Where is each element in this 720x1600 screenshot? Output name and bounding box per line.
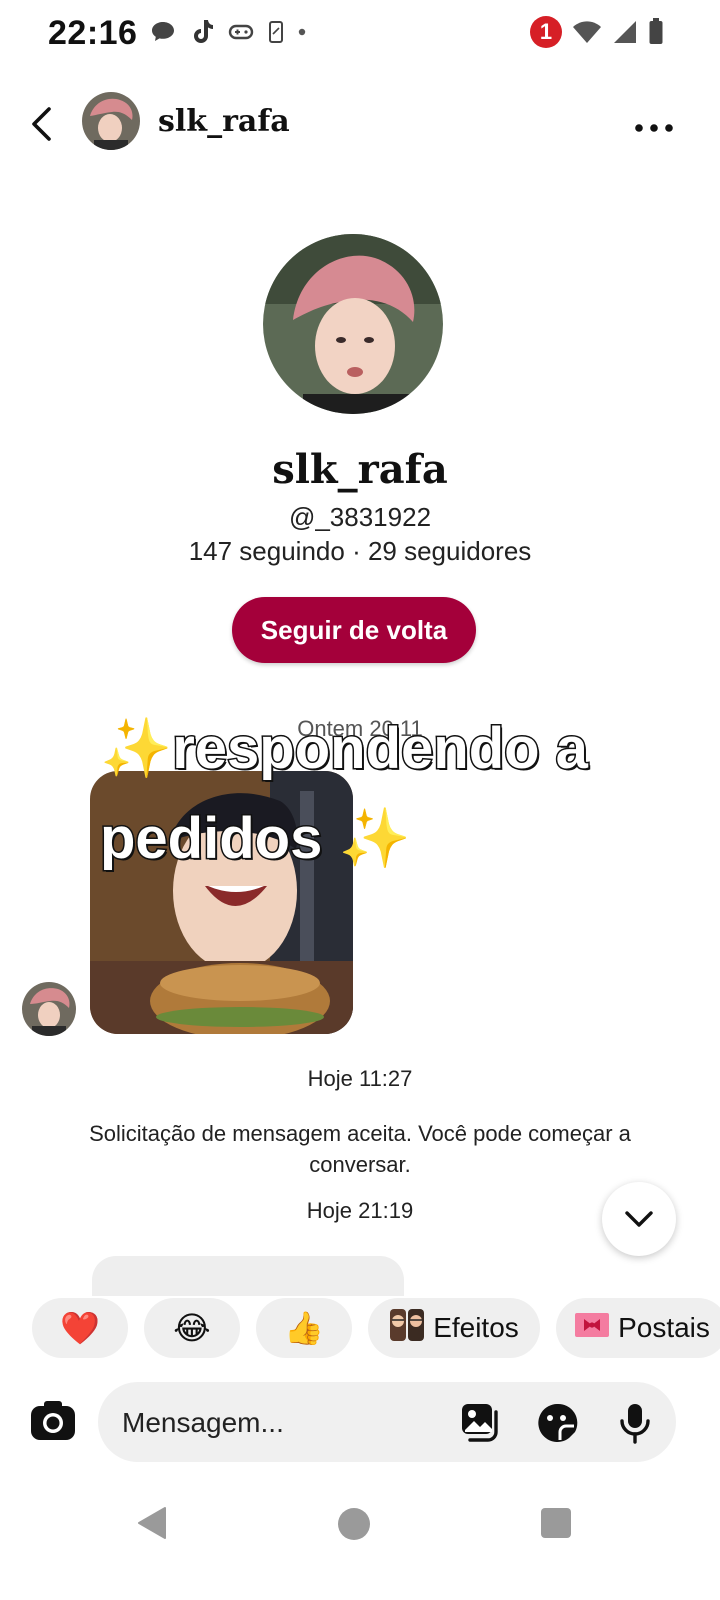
nav-recents-button[interactable] [541,1508,571,1538]
chat-bubble-icon [152,22,174,41]
system-message: Solicitação de mensagem aceita. Você pod… [89,1121,631,1177]
effects-label: Efeitos [433,1312,519,1343]
sticker-icon [538,1403,578,1442]
status-app-icons [150,18,306,46]
voice-message-button[interactable] [614,1402,656,1444]
phone-icon [269,21,283,43]
nav-home-button[interactable] [338,1508,370,1540]
microphone-icon [620,1404,650,1444]
gallery-button[interactable] [460,1402,502,1444]
reaction-laugh[interactable]: 😂 [144,1298,240,1358]
postcard-icon [574,1311,610,1346]
chevron-down-icon [625,1211,653,1227]
effects-faces-icon [389,1307,425,1350]
nav-back-button[interactable] [136,1506,168,1545]
profile-avatar[interactable] [263,234,443,414]
effects-chip[interactable]: Efeitos [368,1298,540,1358]
dot-icon [298,28,306,36]
camera-icon [31,1401,75,1440]
status-time: 22:16 [48,14,138,52]
message-input[interactable] [120,1400,444,1446]
reaction-heart[interactable]: ❤️ [32,1298,128,1358]
sparkles-icon: ✨ [100,716,173,781]
signal-icon [614,21,636,43]
wifi-icon [573,21,601,43]
quick-reactions-bar: ❤️ 😂 👍 Efeitos Postais [32,1298,720,1360]
triangle-back-icon [138,1507,166,1539]
video-caption-overlay: ✨respondendo a pedidos ✨ [99,704,660,884]
sparkles-icon-end: ✨ [338,806,411,871]
more-options-button[interactable] [634,100,674,142]
message-bubble-partial[interactable] [92,1256,404,1296]
chevron-left-icon [32,107,51,141]
status-system-icons: 1 [530,16,664,48]
header-avatar[interactable] [82,92,140,150]
more-horizontal-icon [635,124,673,132]
postcards-chip[interactable]: Postais [556,1298,720,1358]
sticker-button[interactable] [536,1402,578,1444]
gallery-icon [462,1404,498,1442]
gamepad-icon [228,24,254,40]
battery-icon [649,18,663,44]
profile-stats: 147 seguindo · 29 seguidores [188,536,532,566]
reaction-thumbs-up[interactable]: 👍 [256,1298,352,1358]
back-button[interactable] [22,98,62,150]
profile-handle: @_3831922 [288,502,432,532]
follow-back-button[interactable]: Seguir de volta [232,597,476,663]
message-composer [98,1382,676,1462]
notification-badge: 1 [530,16,562,48]
profile-display-name: slk_rafa [272,446,448,493]
timestamp-today-morning: Hoje 11:27 [307,1066,413,1091]
sender-avatar[interactable] [22,982,76,1036]
header-username[interactable]: slk_rafa [158,104,290,139]
postcards-label: Postais [618,1312,710,1343]
camera-button[interactable] [28,1396,78,1446]
tiktok-icon [194,20,213,43]
scroll-to-bottom-button[interactable] [602,1182,676,1256]
